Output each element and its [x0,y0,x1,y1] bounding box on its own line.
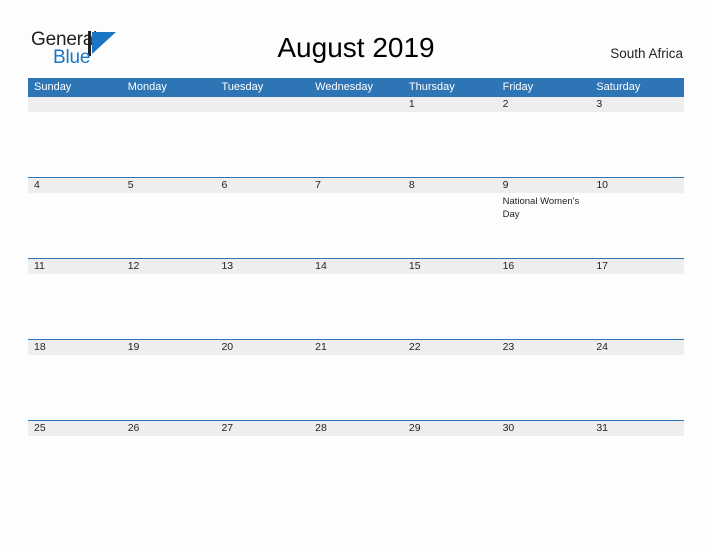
day-cell[interactable] [28,193,122,258]
date-number[interactable]: 7 [309,178,403,193]
day-cell[interactable] [215,112,309,177]
day-cell[interactable] [590,355,684,420]
day-cell[interactable] [590,193,684,258]
day-cell[interactable] [590,436,684,448]
day-cell[interactable] [122,436,216,448]
week-event-band [28,436,684,448]
date-number[interactable]: 17 [590,259,684,274]
date-number[interactable]: 8 [403,178,497,193]
date-number[interactable]: 27 [215,421,309,436]
day-header-tuesday: Tuesday [221,81,264,93]
day-of-week-header-row: Sunday Monday Tuesday Wednesday Thursday… [28,78,684,96]
date-number[interactable]: 20 [215,340,309,355]
day-cell[interactable] [309,274,403,339]
date-number[interactable]: 15 [403,259,497,274]
calendar-grid: Sunday Monday Tuesday Wednesday Thursday… [28,78,684,448]
date-number[interactable]: 26 [122,421,216,436]
day-cell[interactable] [403,274,497,339]
day-cell[interactable] [309,355,403,420]
page-title: August 2019 [277,32,435,63]
day-cell[interactable] [309,112,403,177]
date-number[interactable] [28,97,122,112]
date-number[interactable]: 2 [497,97,591,112]
date-number[interactable] [215,97,309,112]
date-number[interactable]: 31 [590,421,684,436]
day-cell[interactable] [28,112,122,177]
date-number[interactable]: 1 [403,97,497,112]
day-cell[interactable] [28,436,122,448]
day-cell[interactable] [122,355,216,420]
day-cell[interactable] [122,274,216,339]
day-cell[interactable] [122,112,216,177]
page-header: General Blue August 2019 South Africa [0,0,712,78]
calendar-page: General Blue August 2019 South Africa Su… [0,0,712,550]
date-number[interactable]: 21 [309,340,403,355]
date-number[interactable]: 18 [28,340,122,355]
date-number[interactable]: 5 [122,178,216,193]
day-cell[interactable] [309,193,403,258]
day-cell[interactable] [590,112,684,177]
day-header-saturday: Saturday [596,81,641,93]
day-cell[interactable] [28,355,122,420]
calendar-week-row: 25 26 27 28 29 30 31 [28,420,684,448]
day-cell-holiday[interactable]: National Women's Day [497,193,591,258]
week-event-band [28,274,684,339]
day-cell[interactable] [497,355,591,420]
week-date-band: 18 19 20 21 22 23 24 [28,339,684,355]
day-cell[interactable] [590,274,684,339]
week-date-band: 4 5 6 7 8 9 10 [28,177,684,193]
calendar-week-row: 18 19 20 21 22 23 24 [28,339,684,420]
day-cell[interactable] [28,274,122,339]
date-number[interactable]: 23 [497,340,591,355]
day-cell[interactable] [215,274,309,339]
week-event-band [28,355,684,420]
day-cell[interactable] [309,436,403,448]
date-number[interactable]: 11 [28,259,122,274]
date-number[interactable]: 3 [590,97,684,112]
date-number[interactable]: 4 [28,178,122,193]
day-cell[interactable] [403,436,497,448]
date-number[interactable]: 25 [28,421,122,436]
date-number[interactable]: 13 [215,259,309,274]
date-number[interactable]: 30 [497,421,591,436]
day-cell[interactable] [403,112,497,177]
region-label: South Africa [610,46,683,61]
day-cell[interactable] [497,112,591,177]
calendar-week-row: 1 2 3 [28,96,684,177]
day-header-friday: Friday [502,81,534,93]
date-number[interactable]: 12 [122,259,216,274]
calendar-week-row: 11 12 13 14 15 16 17 [28,258,684,339]
day-cell[interactable] [497,274,591,339]
week-event-band: National Women's Day [28,193,684,258]
date-number[interactable]: 22 [403,340,497,355]
calendar-week-row: 4 5 6 7 8 9 10 National Women's Day [28,177,684,258]
date-number[interactable]: 6 [215,178,309,193]
date-number[interactable]: 14 [309,259,403,274]
week-date-band: 11 12 13 14 15 16 17 [28,258,684,274]
day-header-wednesday: Wednesday [315,81,374,93]
date-number[interactable]: 24 [590,340,684,355]
event-label: National Women's Day [502,196,580,220]
date-number[interactable]: 9 [497,178,591,193]
date-number[interactable]: 28 [309,421,403,436]
date-number[interactable]: 19 [122,340,216,355]
day-cell[interactable] [215,436,309,448]
day-header-monday: Monday [127,81,167,93]
day-cell[interactable] [403,193,497,258]
date-number[interactable] [122,97,216,112]
day-header-sunday: Sunday [34,81,72,93]
day-cell[interactable] [122,193,216,258]
day-header-thursday: Thursday [408,81,455,93]
date-number[interactable]: 29 [403,421,497,436]
day-cell[interactable] [215,355,309,420]
week-event-band [28,112,684,177]
date-number[interactable]: 16 [497,259,591,274]
date-number[interactable] [309,97,403,112]
day-cell[interactable] [403,355,497,420]
week-date-band: 1 2 3 [28,96,684,112]
date-number[interactable]: 10 [590,178,684,193]
day-cell[interactable] [497,436,591,448]
week-date-band: 25 26 27 28 29 30 31 [28,420,684,436]
day-cell[interactable] [215,193,309,258]
